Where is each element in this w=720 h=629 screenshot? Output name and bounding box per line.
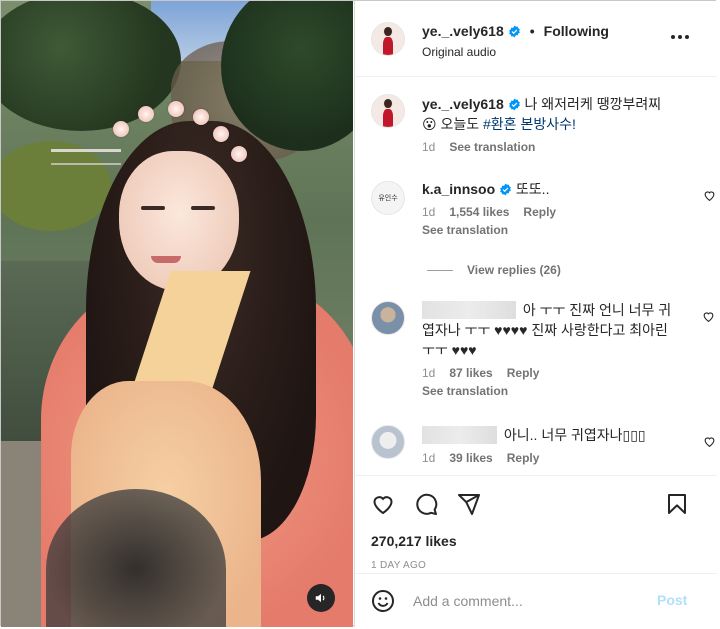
comment-meta: 1d 1,554 likes Reply [422,205,702,219]
flower [193,109,209,125]
comment-icon[interactable] [414,492,438,516]
avatar-text: 유인수 [378,195,398,202]
right-eye [191,206,215,210]
replies-line [427,269,453,271]
author-header-row: ye._.vely618 • Following [422,23,609,39]
flower [231,146,247,162]
face [119,151,239,291]
caption-avatar[interactable] [371,94,405,128]
hashtag-link[interactable]: #환혼 본방사수! [483,116,576,132]
comment-time[interactable]: 1d [422,451,435,465]
comment-text-block: 아니.. 너무 귀엽자나▯▯▯ [422,425,702,445]
see-translation-link[interactable]: See translation [422,384,677,398]
reply-button[interactable]: Reply [507,451,540,465]
avatar-head [384,26,392,36]
dot [685,35,689,39]
heart-icon[interactable] [371,492,395,516]
separator-dot: • [529,23,535,39]
add-comment-input[interactable] [413,591,643,611]
share-icon[interactable] [457,492,481,516]
following-button[interactable]: Following [544,23,609,39]
heart-icon[interactable] [702,310,715,323]
post-date[interactable]: 1 DAY AGO [371,560,426,571]
post-likes-count[interactable]: 270,217 likes [371,533,457,549]
view-replies-button[interactable]: View replies (26) [427,263,561,277]
author-avatar[interactable] [371,22,405,56]
commenter-avatar[interactable]: 유인수 [371,181,405,215]
verified-badge-icon [508,25,520,37]
verified-badge-icon [500,183,511,196]
avatar-head [384,98,392,108]
post-video[interactable] [1,1,353,627]
comment-likes[interactable]: 1,554 likes [449,205,509,219]
comment-item: k.a_innsoo 또또.. 1d 1,554 likes Reply See… [422,179,715,237]
mute-button[interactable] [307,584,335,612]
reply-button[interactable]: Reply [523,205,556,219]
author-username[interactable]: ye._.vely618 [422,23,504,39]
comment-username[interactable]: k.a_innsoo [422,181,495,197]
bookmark-icon[interactable] [665,492,689,516]
comment-time[interactable]: 1d [422,366,435,380]
comment-text: 아니.. 너무 귀엽자나▯▯▯ [503,427,646,443]
view-replies-label: View replies (26) [467,263,561,277]
verified-badge-icon [508,98,520,111]
see-translation-link[interactable]: See translation [422,223,702,237]
comment-likes[interactable]: 87 likes [449,366,492,380]
blurred-username[interactable] [422,301,516,319]
stone-bridge [51,149,121,165]
dot [678,35,682,39]
post-details-panel: ye._.vely618 • Following Original audio [354,1,717,627]
flower [138,106,154,122]
caption-text-block: ye._.vely618 나 왜저러케 땡깡부려찌😮 오늘도 #환혼 본방사수! [422,94,672,134]
comment-meta: 1d 39 likes Reply [422,451,702,465]
dot [671,35,675,39]
caption-username[interactable]: ye._.vely618 [422,96,504,112]
comment-item: 아니.. 너무 귀엽자나▯▯▯ 1d 39 likes Reply [422,425,715,465]
comment-item: 아 ㅜㅜ 진짜 언니 너무 귀엽자나 ㅜㅜ ♥♥♥♥ 진짜 사랑한다고 최아린 … [422,300,714,398]
commenter-avatar[interactable] [371,425,405,459]
heart-icon[interactable] [703,435,716,448]
emoji-icon[interactable] [371,589,395,613]
heart-icon[interactable] [703,189,716,202]
commenter-avatar[interactable] [371,301,405,335]
reply-button[interactable]: Reply [507,366,540,380]
comment-likes[interactable]: 39 likes [449,451,492,465]
add-comment-bar: Post [355,573,717,627]
see-translation-link[interactable]: See translation [449,140,535,154]
comments-list[interactable]: ye._.vely618 나 왜저러케 땡깡부려찌😮 오늘도 #환혼 본방사수!… [355,78,717,475]
comment-text-block: k.a_innsoo 또또.. [422,179,702,199]
post-comment-button[interactable]: Post [657,592,687,608]
caption-time[interactable]: 1d [422,140,435,154]
flower [168,101,184,117]
avatar-dress [383,37,393,55]
smile [151,256,181,263]
comment-meta: 1d 87 likes Reply [422,366,677,380]
flower [213,126,229,142]
left-eye [141,206,165,210]
flower [113,121,129,137]
post-header: ye._.vely618 • Following Original audio [355,1,717,77]
instagram-post-window: ye._.vely618 • Following Original audio [0,0,717,627]
avatar-dress [383,109,393,127]
comment-text: 또또.. [515,181,550,197]
blurred-username[interactable] [422,426,497,444]
original-audio-link[interactable]: Original audio [422,45,496,59]
flower-hair-ornament [113,101,263,171]
post-actions: 270,217 likes 1 DAY AGO [355,475,717,573]
more-options-icon[interactable] [665,27,695,47]
caption: ye._.vely618 나 왜저러케 땡깡부려찌😮 오늘도 #환혼 본방사수!… [422,94,672,154]
speaker-icon [315,593,325,603]
comment-text-block: 아 ㅜㅜ 진짜 언니 너무 귀엽자나 ㅜㅜ ♥♥♥♥ 진짜 사랑한다고 최아린 … [422,300,677,360]
comment-time[interactable]: 1d [422,205,435,219]
caption-meta: 1d See translation [422,140,672,154]
